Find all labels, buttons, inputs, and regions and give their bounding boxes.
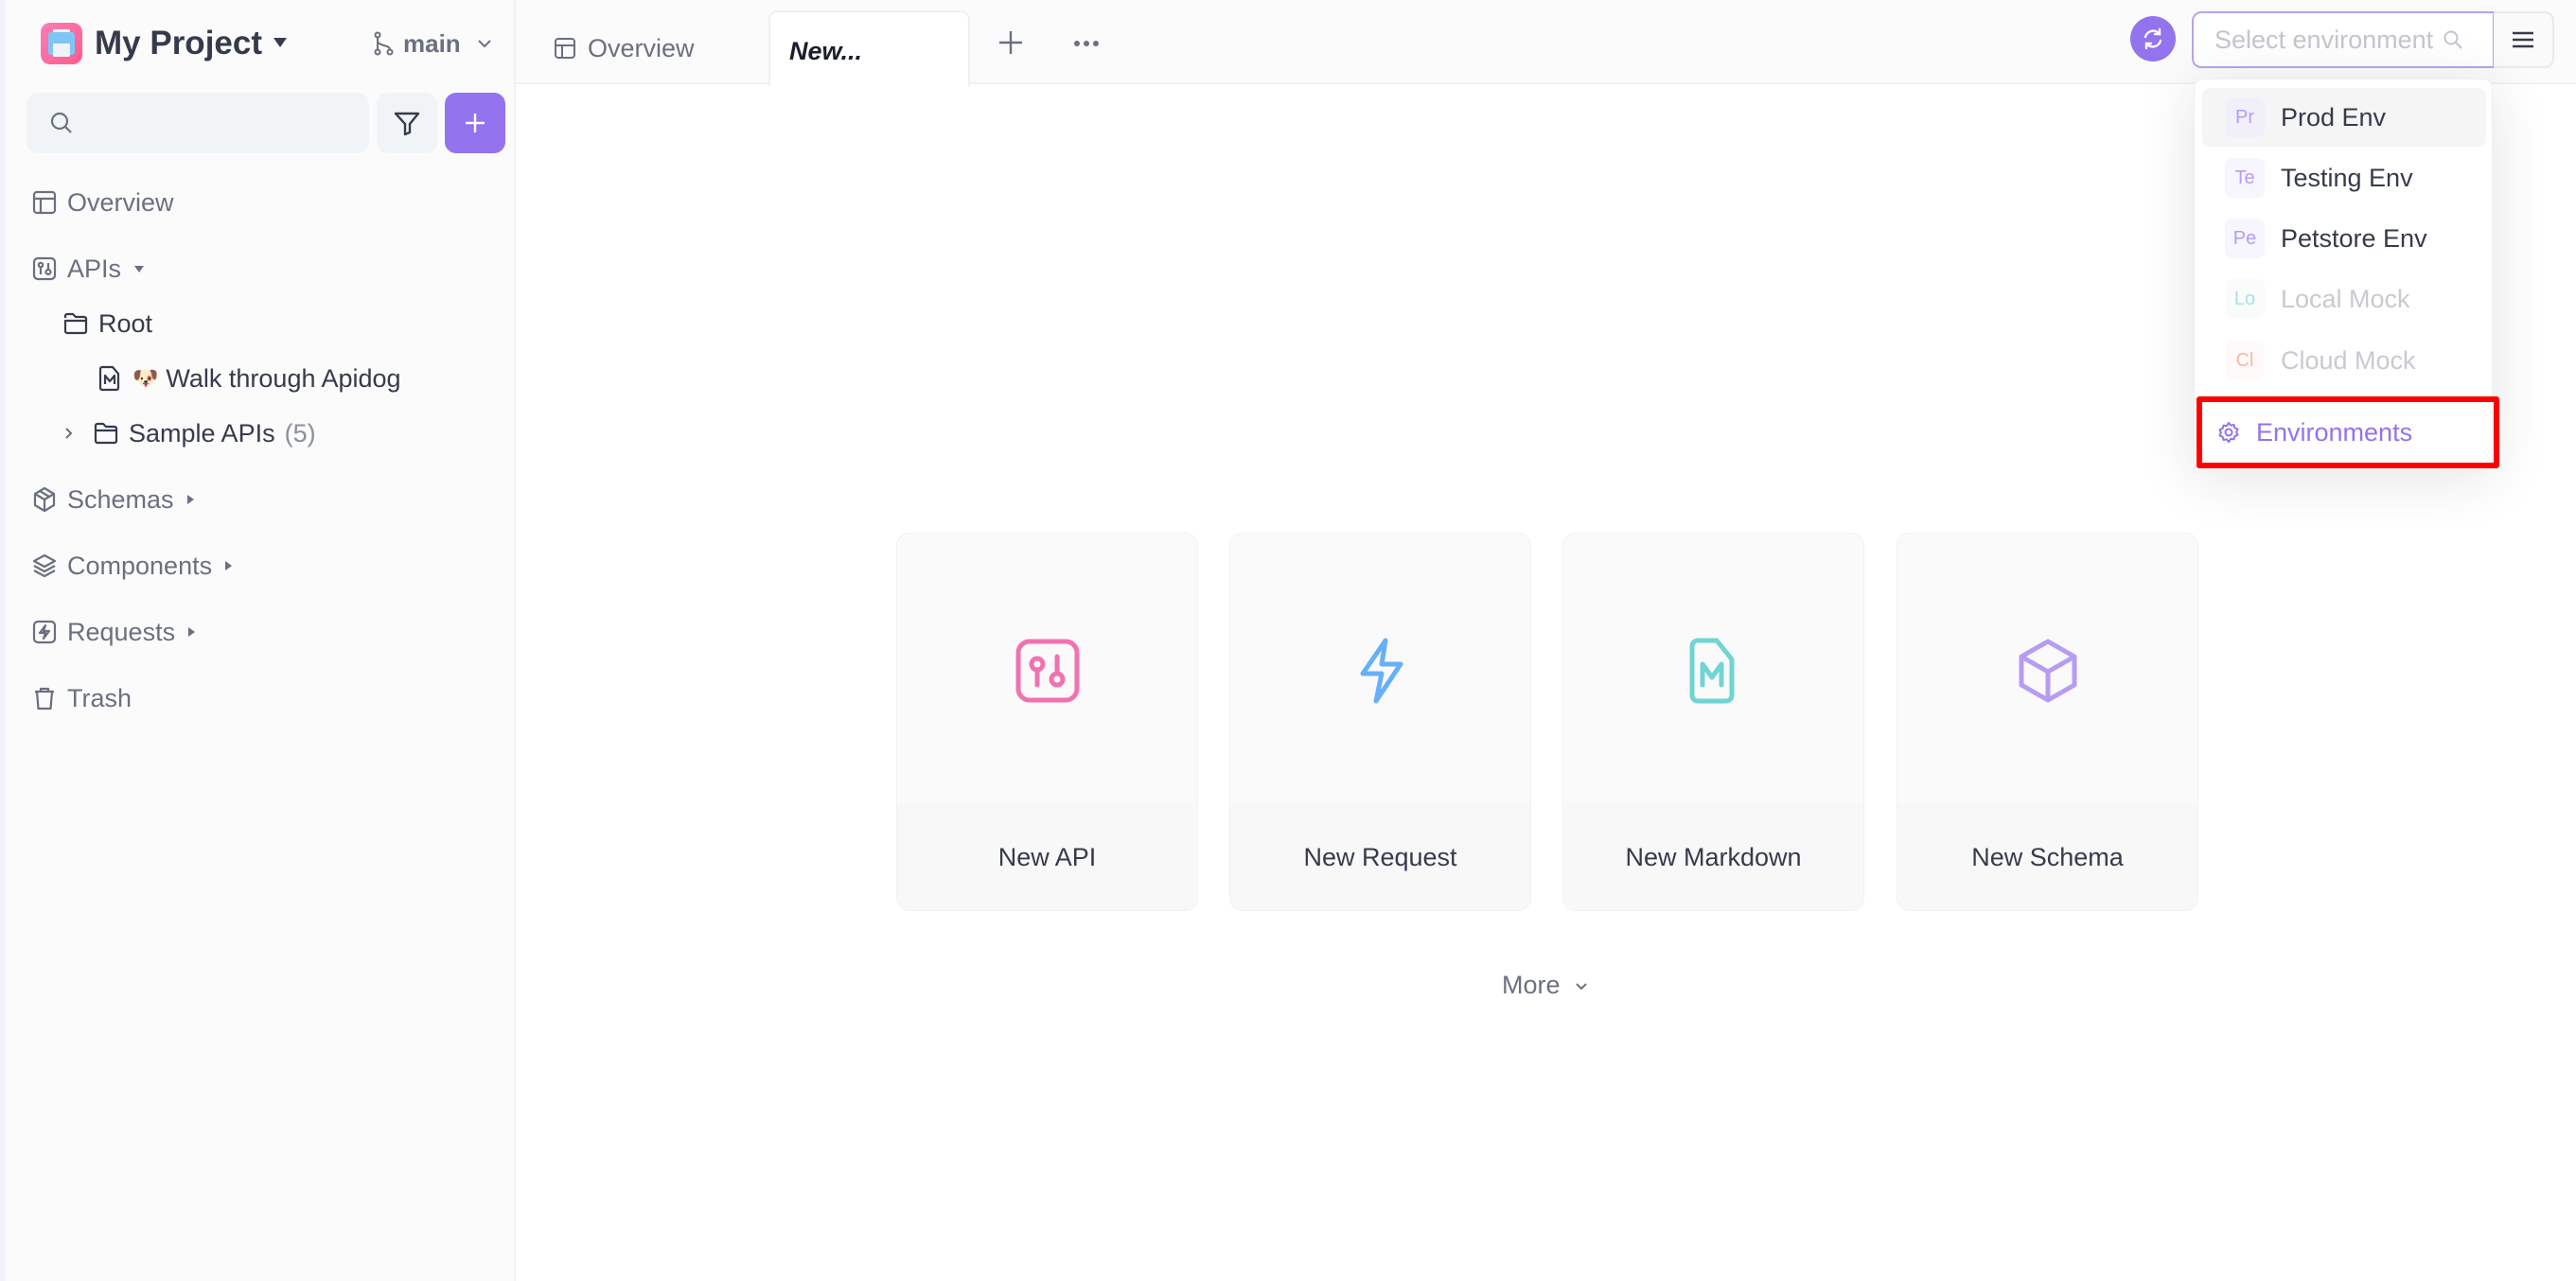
sync-button[interactable] [2130, 16, 2176, 61]
sidebar-item-label: APIs [67, 254, 122, 283]
sidebar-item-label: Overview [67, 187, 174, 217]
tab-label: New... [789, 36, 863, 65]
sidebar-item-schemas[interactable]: Schemas [31, 476, 194, 523]
dog-emoji-icon: 🐶 [132, 366, 159, 391]
tab-label: Overview [588, 33, 695, 62]
trash-icon [31, 685, 58, 711]
item-count: (5) [284, 418, 316, 447]
env-option-label: Prod Env [2281, 102, 2387, 132]
search-input[interactable] [85, 110, 369, 136]
env-option-label: Local Mock [2281, 284, 2410, 313]
manage-environments-label: Environments [2256, 417, 2413, 447]
tree-item-label: Sample APIs [129, 418, 275, 447]
sidebar-item-label: Schemas [67, 484, 174, 514]
more-tabs-icon[interactable] [1072, 34, 1101, 53]
more-label: More [1502, 971, 1561, 999]
search-icon [2444, 30, 2462, 49]
env-badge: Pr [2225, 97, 2265, 137]
sidebar-item-label: Trash [67, 683, 132, 712]
env-option-label: Cloud Mock [2281, 345, 2416, 375]
env-badge: Lo [2225, 279, 2265, 319]
caret-right-icon[interactable] [186, 495, 194, 504]
markdown-icon [97, 365, 123, 392]
environment-select-placeholder: Select environment [2214, 25, 2434, 54]
card-label: New API [997, 843, 1097, 871]
tab-overview[interactable]: Overview [554, 25, 695, 72]
lightning-icon [1360, 638, 1403, 704]
gear-icon [2218, 422, 2239, 443]
card-label: New Markdown [1625, 843, 1802, 871]
project-dropdown-caret-icon[interactable] [273, 38, 287, 47]
cube-icon [31, 486, 58, 513]
folder-icon [93, 420, 119, 447]
caret-right-icon[interactable] [225, 561, 233, 570]
sidebar: My Project main Overview APIs Root 🐶 Wal… [0, 0, 516, 1281]
api-icon [31, 255, 58, 282]
tab-new[interactable]: New... [768, 10, 970, 86]
env-option-label: Testing Env [2281, 163, 2413, 192]
filter-icon [394, 112, 420, 136]
tree-item-label: Root [98, 308, 153, 338]
branch-name: main [403, 28, 461, 58]
branch-selector[interactable]: main [373, 25, 493, 62]
caret-right-icon[interactable] [188, 627, 196, 637]
lightning-icon [31, 619, 58, 645]
env-option-petstore[interactable]: Pe Petstore Env [2202, 209, 2486, 268]
layers-icon [31, 553, 58, 579]
sidebar-search[interactable] [26, 93, 369, 153]
main-menu-button[interactable] [2494, 11, 2554, 68]
tree-item-root[interactable]: Root [62, 300, 152, 347]
env-option-testing[interactable]: Te Testing Env [2202, 149, 2486, 207]
sidebar-item-label: Components [67, 551, 213, 580]
sidebar-item-requests[interactable]: Requests [31, 608, 196, 656]
layout-icon [555, 38, 575, 59]
plus-icon [466, 114, 485, 132]
chevron-down-icon [1575, 982, 1587, 990]
hamburger-menu-icon [2513, 31, 2533, 48]
markdown-icon [1689, 638, 1734, 704]
new-request-card[interactable]: New Request [1229, 533, 1531, 911]
card-label: New Schema [1971, 843, 2124, 871]
project-name[interactable]: My Project [95, 21, 262, 66]
filter-button[interactable] [377, 93, 437, 153]
sidebar-item-label: Requests [67, 617, 176, 646]
add-new-button[interactable] [445, 93, 505, 153]
tree-item-walkthrough-doc[interactable]: 🐶 Walk through Apidog [97, 355, 401, 402]
add-tab-icon[interactable] [997, 28, 1025, 57]
layout-icon [31, 189, 58, 216]
sidebar-item-overview[interactable]: Overview [31, 179, 174, 226]
project-logo-icon[interactable] [41, 23, 82, 64]
manage-environments-button[interactable]: Environments [2197, 396, 2499, 468]
env-badge: Te [2225, 158, 2265, 198]
sidebar-item-trash[interactable]: Trash [31, 675, 132, 722]
env-option-local-mock: Lo Local Mock [2202, 270, 2486, 328]
api-icon [1015, 639, 1079, 703]
sync-icon [2144, 27, 2162, 50]
env-badge: Pe [2225, 219, 2265, 258]
env-badge: Cl [2225, 341, 2265, 380]
tree-item-label: Walk through Apidog [166, 363, 401, 393]
more-button[interactable]: More [1502, 971, 1589, 1000]
environment-select[interactable]: Select environment [2192, 11, 2495, 68]
folder-open-icon [62, 310, 89, 337]
git-branch-icon [374, 31, 394, 56]
new-markdown-card[interactable]: New Markdown [1562, 533, 1864, 911]
new-api-card[interactable]: New API [896, 533, 1198, 911]
new-schema-card[interactable]: New Schema [1897, 533, 2198, 911]
env-option-prod[interactable]: Pr Prod Env [2202, 88, 2486, 147]
card-label: New Request [1303, 843, 1457, 871]
sidebar-item-components[interactable]: Components [31, 542, 233, 589]
env-option-cloud-mock: Cl Cloud Mock [2202, 331, 2486, 390]
sidebar-item-apis[interactable]: APIs [31, 245, 145, 292]
cube-icon [2019, 639, 2076, 703]
chevron-right-icon[interactable] [62, 427, 76, 440]
chevron-down-icon [477, 40, 491, 48]
caret-down-icon[interactable] [134, 265, 145, 272]
search-icon [50, 112, 72, 133]
tree-item-sample-apis[interactable]: Sample APIs (5) [62, 410, 316, 457]
env-option-label: Petstore Env [2281, 223, 2427, 253]
